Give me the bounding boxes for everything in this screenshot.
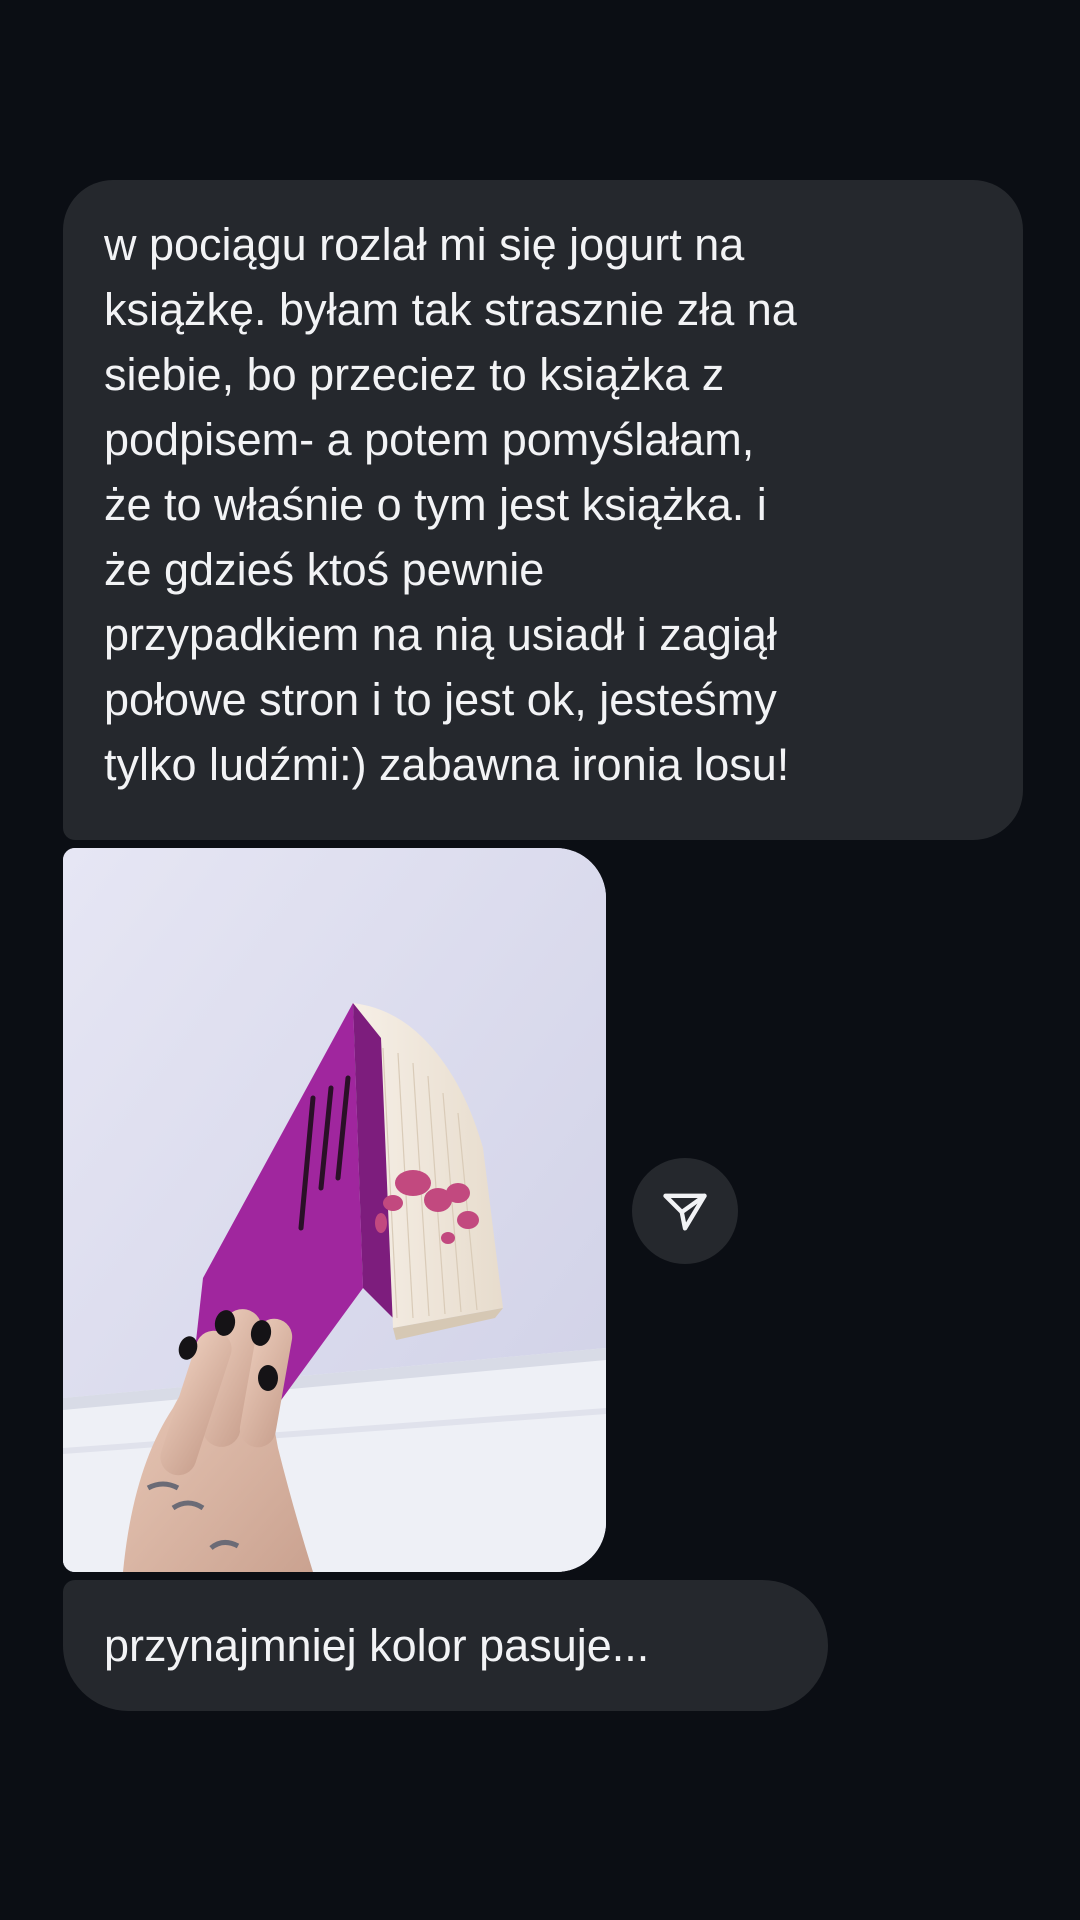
share-button[interactable]: [632, 1158, 738, 1264]
message-line: przypadkiem na nią usiadł i zagiął: [104, 609, 777, 660]
message-photo[interactable]: [63, 848, 606, 1572]
message-line: że to właśnie o tym jest książka. i: [104, 479, 767, 530]
message-line: w pociągu rozlał mi się jogurt na: [104, 219, 745, 270]
message-line: książkę. byłam tak strasznie zła na: [104, 284, 797, 335]
message-line: że gdzieś ktoś pewnie: [104, 544, 545, 595]
message-line: siebie, bo przeciez to książka z: [104, 349, 725, 400]
message-text: przynajmniej kolor pasuje...: [104, 1620, 650, 1671]
book-photo-illustration: [63, 848, 606, 1572]
message-line: podpisem- a potem pomyślałam,: [104, 414, 755, 465]
message-line: tylko ludźmi:) zabawna ironia losu!: [104, 739, 790, 790]
message-bubble-text[interactable]: w pociągu rozlał mi się jogurt na książk…: [63, 180, 1023, 840]
chat-screen: w pociągu rozlał mi się jogurt na książk…: [0, 0, 1080, 1920]
send-icon: [663, 1193, 707, 1231]
message-line: połowe stron i to jest ok, jesteśmy: [104, 674, 777, 725]
message-bubble-text[interactable]: przynajmniej kolor pasuje...: [63, 1580, 828, 1711]
